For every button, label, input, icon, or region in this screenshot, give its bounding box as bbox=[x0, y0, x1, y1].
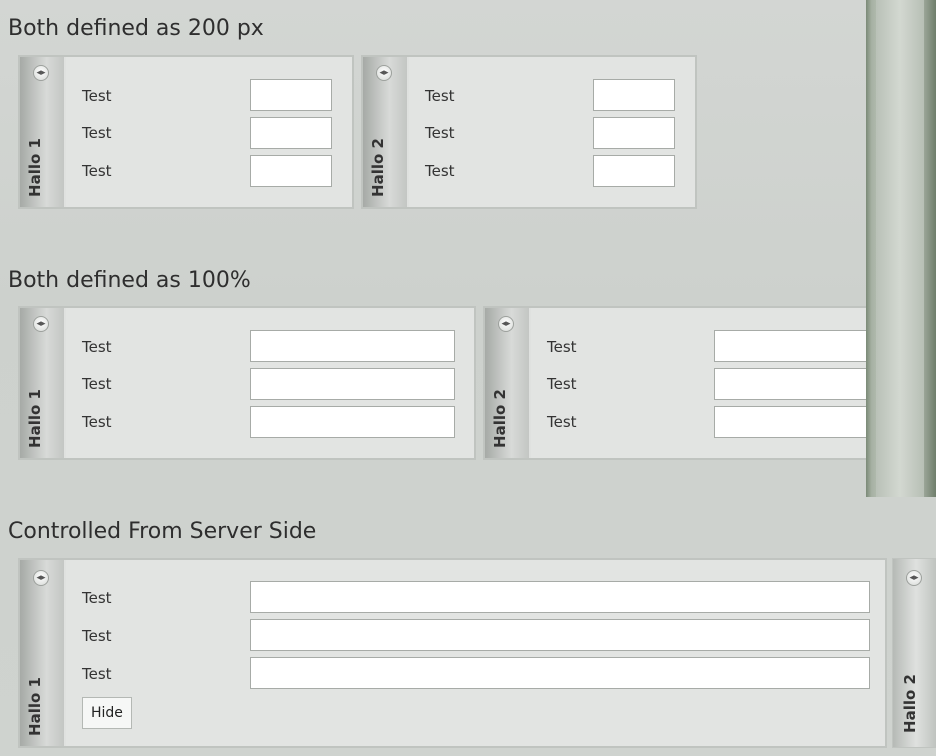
panel-hallo-1-200px: ◂▸ Hallo 1 Test Test Test bbox=[18, 55, 354, 209]
field-label: Test bbox=[82, 413, 112, 431]
text-input[interactable] bbox=[250, 619, 870, 651]
collapse-toggle-icon[interactable]: ◂▸ bbox=[33, 65, 49, 81]
section-heading-200px: Both defined as 200 px bbox=[8, 16, 264, 41]
panel-title: Hallo 1 bbox=[26, 677, 44, 736]
panel-title: Hallo 1 bbox=[26, 389, 44, 448]
text-input[interactable] bbox=[250, 330, 455, 362]
text-input[interactable] bbox=[250, 657, 870, 689]
text-input[interactable] bbox=[593, 155, 675, 187]
panel-content: Test Test Test bbox=[66, 57, 352, 207]
text-input[interactable] bbox=[593, 79, 675, 111]
panel-hallo-1-server: ◂▸ Hallo 1 Test Test Test Hide bbox=[18, 558, 887, 748]
collapse-toggle-icon[interactable]: ◂▸ bbox=[376, 65, 392, 81]
panel-content: Test Test Test bbox=[531, 308, 866, 458]
collapse-toggle-icon[interactable]: ◂▸ bbox=[498, 316, 514, 332]
text-input[interactable] bbox=[714, 330, 866, 362]
text-input[interactable] bbox=[714, 368, 866, 400]
field-label: Test bbox=[82, 338, 112, 356]
field-label: Test bbox=[425, 124, 455, 142]
right-splitter-bar[interactable] bbox=[866, 0, 936, 497]
panel-content: Test Test Test Hide bbox=[66, 560, 885, 746]
field-label: Test bbox=[82, 589, 112, 607]
section-heading-100pct: Both defined as 100% bbox=[8, 268, 251, 293]
field-label: Test bbox=[425, 87, 455, 105]
collapse-toggle-icon[interactable]: ◂▸ bbox=[906, 570, 922, 586]
panel-title: Hallo 2 bbox=[369, 138, 387, 197]
text-input[interactable] bbox=[593, 117, 675, 149]
field-label: Test bbox=[82, 124, 112, 142]
right-splitter-inner bbox=[876, 0, 924, 497]
text-input[interactable] bbox=[250, 581, 870, 613]
text-input[interactable] bbox=[250, 117, 332, 149]
panel-content: Test Test Test bbox=[66, 308, 474, 458]
panel-hallo-2-200px: ◂▸ Hallo 2 Test Test Test bbox=[361, 55, 697, 209]
field-label: Test bbox=[547, 338, 577, 356]
field-label: Test bbox=[82, 162, 112, 180]
panel-hallo-1-100pct: ◂▸ Hallo 1 Test Test Test bbox=[18, 306, 476, 460]
field-label: Test bbox=[82, 375, 112, 393]
panel-hallo-2-server-collapsed[interactable]: ◂▸ Hallo 2 bbox=[892, 558, 936, 748]
panel-content: Test Test Test bbox=[409, 57, 695, 207]
field-label: Test bbox=[547, 413, 577, 431]
text-input[interactable] bbox=[250, 79, 332, 111]
panel-title: Hallo 2 bbox=[901, 674, 919, 733]
field-label: Test bbox=[82, 665, 112, 683]
panel-title: Hallo 1 bbox=[26, 138, 44, 197]
collapse-toggle-icon[interactable]: ◂▸ bbox=[33, 316, 49, 332]
field-label: Test bbox=[425, 162, 455, 180]
text-input[interactable] bbox=[250, 368, 455, 400]
section-heading-server-side: Controlled From Server Side bbox=[8, 519, 317, 544]
text-input[interactable] bbox=[714, 406, 866, 438]
panel-title: Hallo 2 bbox=[491, 389, 509, 448]
text-input[interactable] bbox=[250, 155, 332, 187]
field-label: Test bbox=[82, 627, 112, 645]
panel-hallo-2-100pct: ◂▸ Hallo 2 Test Test Test bbox=[483, 306, 866, 460]
collapse-toggle-icon[interactable]: ◂▸ bbox=[33, 570, 49, 586]
hide-button[interactable]: Hide bbox=[82, 697, 132, 729]
text-input[interactable] bbox=[250, 406, 455, 438]
field-label: Test bbox=[82, 87, 112, 105]
field-label: Test bbox=[547, 375, 577, 393]
